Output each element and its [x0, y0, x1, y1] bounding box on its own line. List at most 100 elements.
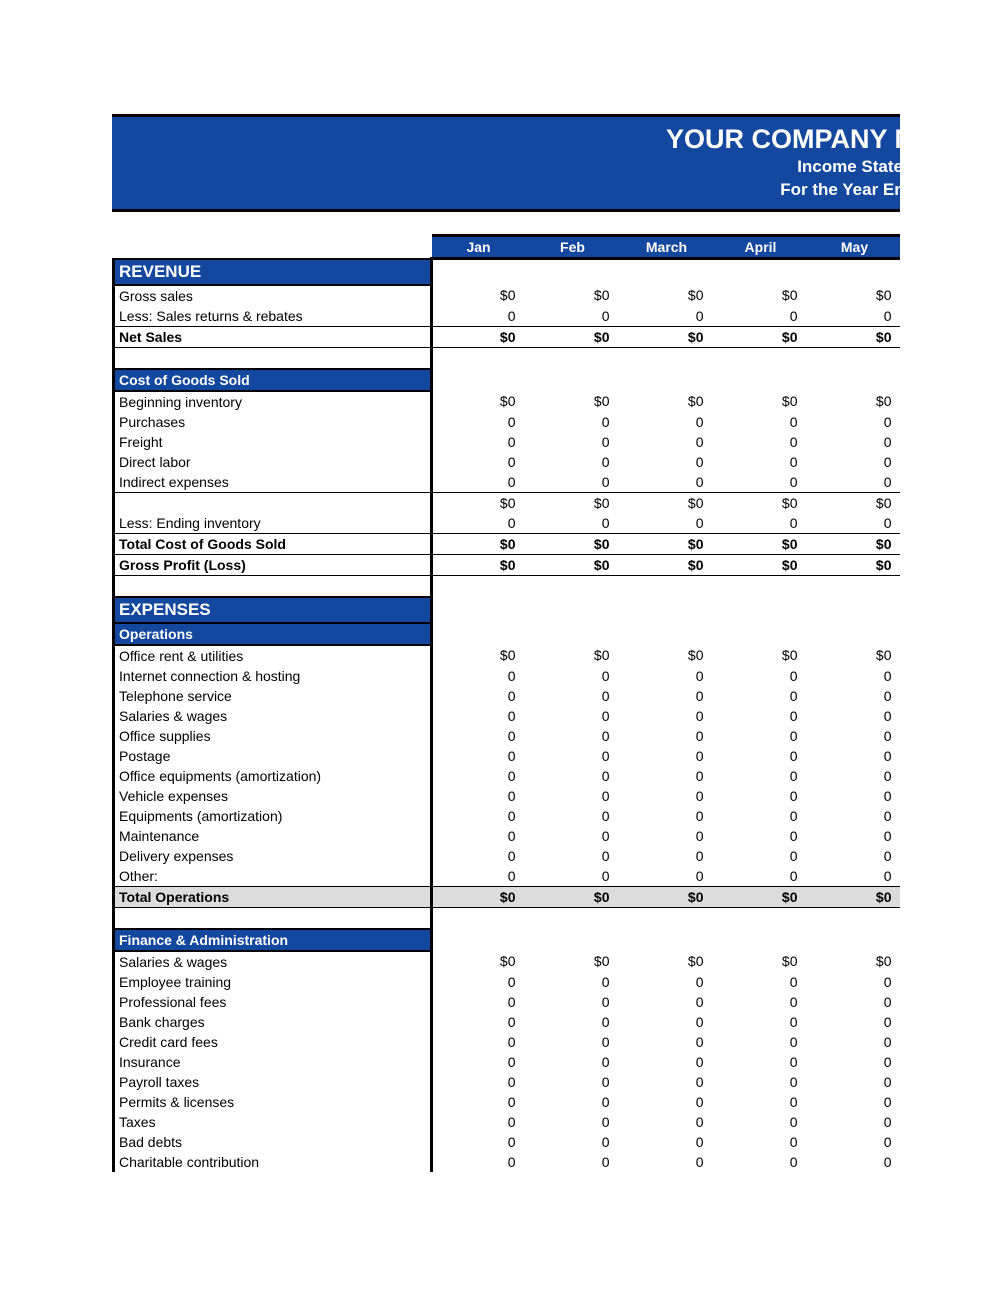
row-value[interactable]: 0 [714, 846, 808, 866]
row-value[interactable]: 0 [430, 411, 526, 432]
row-value[interactable]: 0 [526, 1092, 620, 1112]
row-value[interactable]: 0 [713, 865, 808, 887]
row-value[interactable]: 0 [714, 806, 808, 826]
row-value[interactable]: 0 [430, 1011, 526, 1032]
row-value[interactable]: $0 [525, 554, 620, 576]
row-value[interactable]: 0 [430, 431, 526, 452]
row-value[interactable]: 0 [526, 992, 620, 1012]
row-value[interactable]: $0 [619, 325, 714, 348]
row-value[interactable]: 0 [808, 806, 901, 826]
row-value[interactable]: 0 [620, 826, 714, 846]
row-value[interactable]: $0 [430, 325, 526, 348]
row-value[interactable]: 0 [714, 972, 808, 992]
row-value[interactable]: 0 [714, 452, 808, 472]
row-value[interactable]: 0 [620, 1152, 714, 1172]
row-value[interactable]: $0 [430, 950, 526, 972]
row-value[interactable]: 0 [808, 1132, 901, 1152]
row-value[interactable]: $0 [714, 492, 808, 513]
row-value[interactable]: $0 [430, 554, 526, 576]
row-value[interactable]: 0 [808, 766, 901, 786]
row-value[interactable]: $0 [620, 391, 714, 412]
row-value[interactable]: 0 [620, 452, 714, 472]
row-value[interactable]: 0 [430, 825, 526, 846]
row-value[interactable]: 0 [526, 1112, 620, 1132]
row-value[interactable]: 0 [714, 992, 808, 1012]
row-value[interactable]: 0 [808, 1052, 901, 1072]
row-value[interactable]: 0 [619, 865, 714, 887]
row-value[interactable]: 0 [430, 765, 526, 786]
row-value[interactable]: 0 [620, 806, 714, 826]
row-value[interactable]: 0 [808, 306, 901, 327]
row-value[interactable]: 0 [714, 766, 808, 786]
row-value[interactable]: 0 [430, 1151, 526, 1172]
row-value[interactable]: 0 [714, 1112, 808, 1132]
row-value[interactable]: 0 [714, 746, 808, 766]
row-value[interactable]: 0 [620, 1052, 714, 1072]
row-value[interactable]: 0 [808, 846, 901, 866]
row-value[interactable]: 0 [808, 992, 901, 1012]
row-value[interactable]: 0 [620, 846, 714, 866]
row-value[interactable]: 0 [620, 513, 714, 534]
row-value[interactable]: 0 [620, 706, 714, 726]
row-value[interactable]: 0 [620, 1092, 714, 1112]
row-value[interactable]: 0 [526, 686, 620, 706]
row-value[interactable]: $0 [714, 645, 808, 666]
row-value[interactable]: $0 [430, 532, 526, 555]
row-value[interactable]: $0 [526, 951, 620, 972]
row-value[interactable]: $0 [620, 951, 714, 972]
row-value[interactable]: $0 [713, 554, 808, 576]
row-value[interactable]: $0 [808, 391, 901, 412]
row-value[interactable]: 0 [430, 845, 526, 866]
row-value[interactable]: $0 [620, 645, 714, 666]
row-value[interactable]: 0 [620, 1012, 714, 1032]
row-value[interactable]: 0 [619, 471, 714, 493]
row-value[interactable]: $0 [620, 285, 714, 306]
row-value[interactable]: 0 [430, 1051, 526, 1072]
row-value[interactable]: 0 [808, 666, 901, 686]
row-value[interactable]: $0 [713, 532, 808, 555]
row-value[interactable]: 0 [620, 1032, 714, 1052]
row-value[interactable]: 0 [714, 726, 808, 746]
row-value[interactable]: $0 [525, 325, 620, 348]
row-value[interactable]: $0 [808, 645, 901, 666]
row-value[interactable]: 0 [620, 412, 714, 432]
row-value[interactable]: 0 [714, 786, 808, 806]
row-value[interactable]: 0 [430, 1131, 526, 1152]
row-value[interactable]: 0 [808, 452, 901, 472]
row-value[interactable]: 0 [807, 471, 900, 493]
row-value[interactable]: $0 [430, 644, 526, 666]
row-value[interactable]: 0 [430, 785, 526, 806]
row-value[interactable]: 0 [526, 766, 620, 786]
row-value[interactable]: $0 [619, 886, 714, 908]
row-value[interactable]: $0 [526, 645, 620, 666]
row-value[interactable]: 0 [526, 786, 620, 806]
row-value[interactable]: 0 [526, 432, 620, 452]
row-value[interactable]: 0 [808, 706, 901, 726]
row-value[interactable]: 0 [808, 746, 901, 766]
row-value[interactable]: 0 [526, 452, 620, 472]
row-value[interactable]: 0 [620, 686, 714, 706]
row-value[interactable]: 0 [526, 1012, 620, 1032]
row-value[interactable]: $0 [619, 532, 714, 555]
row-value[interactable]: 0 [430, 725, 526, 746]
row-value[interactable]: 0 [526, 1032, 620, 1052]
row-value[interactable]: $0 [525, 886, 620, 908]
row-value[interactable]: 0 [808, 786, 901, 806]
row-value[interactable]: $0 [526, 492, 620, 513]
row-value[interactable]: 0 [430, 991, 526, 1012]
row-value[interactable]: $0 [430, 390, 526, 412]
row-value[interactable]: 0 [714, 1012, 808, 1032]
row-value[interactable]: $0 [713, 886, 808, 908]
row-value[interactable]: 0 [430, 705, 526, 726]
row-value[interactable]: 0 [620, 1132, 714, 1152]
row-value[interactable]: 0 [714, 513, 808, 534]
row-value[interactable]: 0 [526, 513, 620, 534]
row-value[interactable]: 0 [714, 432, 808, 452]
row-value[interactable]: $0 [526, 285, 620, 306]
row-value[interactable]: 0 [430, 451, 526, 472]
row-value[interactable]: 0 [714, 1132, 808, 1152]
row-value[interactable]: 0 [620, 746, 714, 766]
row-value[interactable]: $0 [526, 391, 620, 412]
row-value[interactable]: 0 [430, 1071, 526, 1092]
row-value[interactable]: 0 [430, 685, 526, 706]
